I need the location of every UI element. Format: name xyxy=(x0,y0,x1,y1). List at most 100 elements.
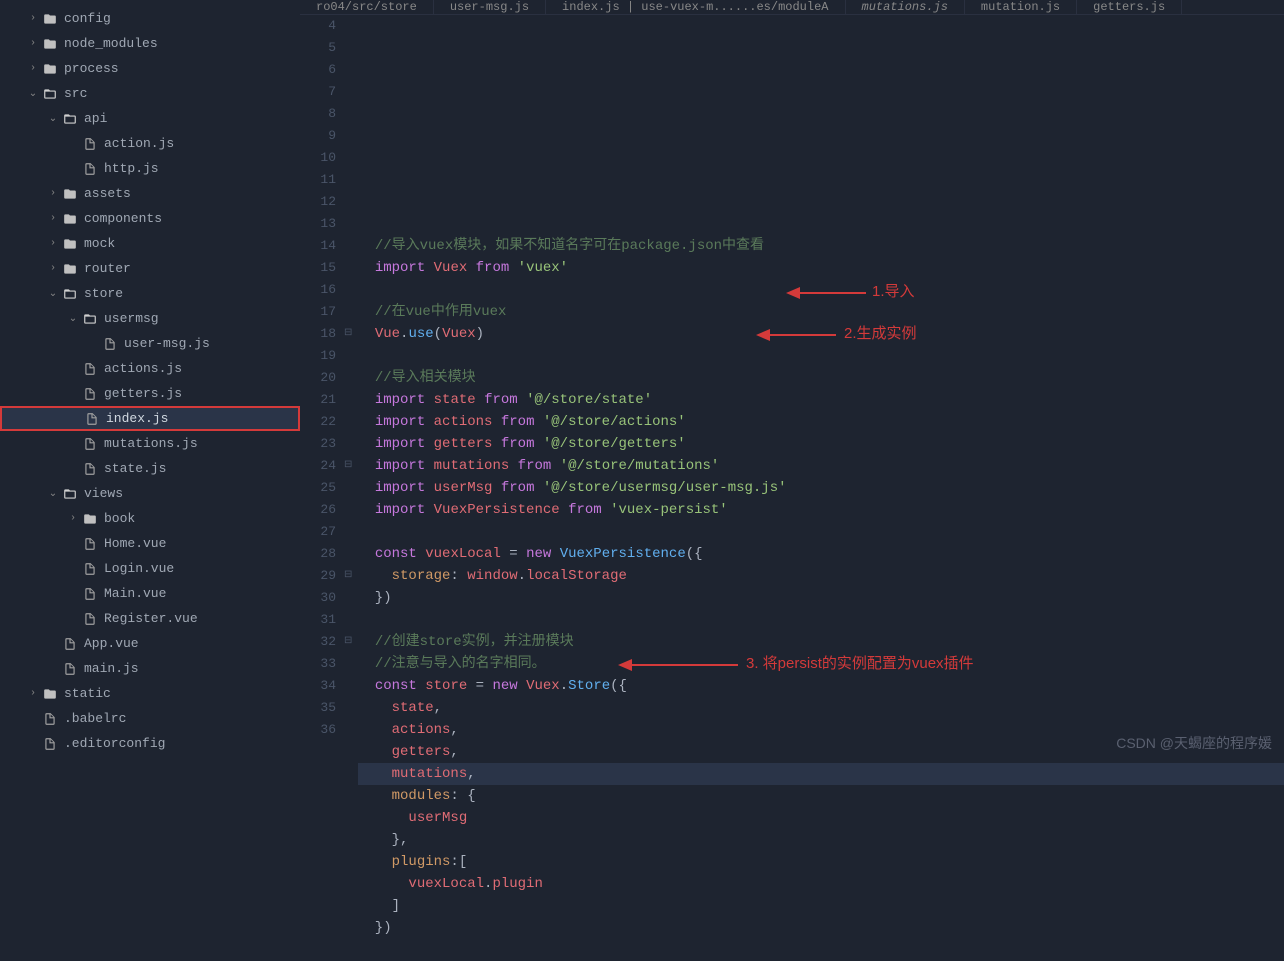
code-editor[interactable]: 4567891011121314151617181920212223242526… xyxy=(300,15,1284,961)
chevron-icon[interactable]: › xyxy=(48,238,58,249)
tree-item-getters-js[interactable]: getters.js xyxy=(0,381,300,406)
watermark: CSDN @天蝎座的程序媛 xyxy=(1116,733,1272,753)
folder-icon xyxy=(42,36,58,52)
tree-item-mutations-js[interactable]: mutations.js xyxy=(0,431,300,456)
tab-2[interactable]: index.js | use-vuex-m......es/moduleA xyxy=(546,0,845,14)
code-line[interactable]: import getters from '@/store/getters' xyxy=(358,433,1284,455)
code-line[interactable]: const store = new Vuex.Store({ xyxy=(358,675,1284,697)
chevron-icon[interactable]: ⌄ xyxy=(68,313,78,325)
tree-item-components[interactable]: ›components xyxy=(0,206,300,231)
code-line[interactable]: //创建store实例，并注册模块 xyxy=(358,631,1284,653)
tree-item-api[interactable]: ⌄api xyxy=(0,106,300,131)
file-explorer[interactable]: ›config›node_modules›process⌄src⌄apiacti… xyxy=(0,0,300,761)
code-line[interactable]: state, xyxy=(358,697,1284,719)
line-number: 30 xyxy=(300,587,336,609)
tree-item-usermsg[interactable]: ⌄ usermsg xyxy=(0,306,300,331)
code-line[interactable]: import state from '@/store/state' xyxy=(358,389,1284,411)
code-line[interactable] xyxy=(358,521,1284,543)
code-line[interactable]: import VuexPersistence from 'vuex-persis… xyxy=(358,499,1284,521)
tab-4[interactable]: mutation.js xyxy=(965,0,1077,14)
tree-item-index-js[interactable]: index.js xyxy=(0,406,300,431)
tree-item-Register-vue[interactable]: Register.vue xyxy=(0,606,300,631)
tree-item-http-js[interactable]: http.js xyxy=(0,156,300,181)
code-line[interactable]: ] xyxy=(358,895,1284,917)
line-number: 31 xyxy=(300,609,336,631)
fold-gutter[interactable]: ⊟ ⊟ ⊟ ⊟ xyxy=(344,15,358,961)
code-line[interactable]: import actions from '@/store/actions' xyxy=(358,411,1284,433)
code-line[interactable]: //导入vuex模块，如果不知道名字可在package.json中查看 xyxy=(358,235,1284,257)
code-line[interactable]: mutations, xyxy=(358,763,1284,785)
code-line[interactable]: import Vuex from 'vuex' xyxy=(358,257,1284,279)
tree-item-src[interactable]: ⌄src xyxy=(0,81,300,106)
tree-item-action-js[interactable]: action.js xyxy=(0,131,300,156)
code-line[interactable]: storage: window.localStorage xyxy=(358,565,1284,587)
tree-item-static[interactable]: ›static xyxy=(0,681,300,706)
fold-marker xyxy=(344,191,358,213)
chevron-icon[interactable]: › xyxy=(48,263,58,274)
tree-item-views[interactable]: ⌄views xyxy=(0,481,300,506)
chevron-icon[interactable]: ⌄ xyxy=(48,488,58,500)
code-line[interactable]: import mutations from '@/store/mutations… xyxy=(358,455,1284,477)
tree-item-user-msg-js[interactable]: user-msg.js xyxy=(0,331,300,356)
file-icon xyxy=(82,136,98,152)
code-line[interactable]: import userMsg from '@/store/usermsg/use… xyxy=(358,477,1284,499)
code-line[interactable] xyxy=(358,345,1284,367)
tree-item-label: mutations.js xyxy=(104,436,198,451)
tree-item-assets[interactable]: ›assets xyxy=(0,181,300,206)
tree-item-main-js[interactable]: main.js xyxy=(0,656,300,681)
code-line[interactable]: userMsg xyxy=(358,807,1284,829)
chevron-icon[interactable]: ⌄ xyxy=(48,113,58,125)
fold-marker[interactable]: ⊟ xyxy=(344,455,358,477)
tree-item-actions-js[interactable]: actions.js xyxy=(0,356,300,381)
tree-item-mock[interactable]: ›mock xyxy=(0,231,300,256)
fold-marker[interactable]: ⊟ xyxy=(344,323,358,345)
code-line[interactable] xyxy=(358,939,1284,961)
tab-5[interactable]: getters.js xyxy=(1077,0,1182,14)
fold-marker xyxy=(344,301,358,323)
folder-open-icon xyxy=(62,111,78,127)
line-number: 34 xyxy=(300,675,336,697)
tab-0[interactable]: ro04/src/store xyxy=(300,0,434,14)
tree-item--editorconfig[interactable]: .editorconfig xyxy=(0,731,300,756)
tree-item-Home-vue[interactable]: Home.vue xyxy=(0,531,300,556)
code-line[interactable]: modules: { xyxy=(358,785,1284,807)
tree-item-store[interactable]: ⌄store xyxy=(0,281,300,306)
code-line[interactable]: vuexLocal.plugin xyxy=(358,873,1284,895)
chevron-icon[interactable]: › xyxy=(28,13,38,24)
code-line[interactable]: }, xyxy=(358,829,1284,851)
tree-item-book[interactable]: ›book xyxy=(0,506,300,531)
line-number: 5 xyxy=(300,37,336,59)
tree-item-App-vue[interactable]: App.vue xyxy=(0,631,300,656)
tree-item-label: usermsg xyxy=(104,311,159,326)
fold-marker[interactable]: ⊟ xyxy=(344,565,358,587)
tab-1[interactable]: user-msg.js xyxy=(434,0,546,14)
code-line[interactable] xyxy=(358,609,1284,631)
tree-item-Login-vue[interactable]: Login.vue xyxy=(0,556,300,581)
code-line[interactable]: //在vue中作用vuex xyxy=(358,301,1284,323)
code-line[interactable]: const vuexLocal = new VuexPersistence({ xyxy=(358,543,1284,565)
tree-item-label: router xyxy=(84,261,131,276)
line-number: 11 xyxy=(300,169,336,191)
code-line[interactable]: //导入相关模块 xyxy=(358,367,1284,389)
code-line[interactable]: plugins:[ xyxy=(358,851,1284,873)
tree-item-router[interactable]: › router xyxy=(0,256,300,281)
code-line[interactable]: }) xyxy=(358,917,1284,939)
tree-item-state-js[interactable]: state.js xyxy=(0,456,300,481)
chevron-icon[interactable]: › xyxy=(28,63,38,74)
fold-marker[interactable]: ⊟ xyxy=(344,631,358,653)
tab-3[interactable]: mutations.js xyxy=(846,0,965,14)
chevron-icon[interactable]: › xyxy=(28,688,38,699)
chevron-icon[interactable]: › xyxy=(28,38,38,49)
chevron-icon[interactable]: › xyxy=(48,188,58,199)
tree-item-config[interactable]: ›config xyxy=(0,6,300,31)
code-line[interactable]: }) xyxy=(358,587,1284,609)
chevron-icon[interactable]: ⌄ xyxy=(28,88,38,100)
chevron-icon[interactable]: › xyxy=(68,513,78,524)
tree-item-node_modules[interactable]: ›node_modules xyxy=(0,31,300,56)
tree-item-process[interactable]: ›process xyxy=(0,56,300,81)
tree-item-Main-vue[interactable]: Main.vue xyxy=(0,581,300,606)
chevron-icon[interactable]: ⌄ xyxy=(48,288,58,300)
code-content[interactable]: 1.导入 2.生成实例 3. 将persist的实例配置为vuex插件 //导入… xyxy=(358,15,1284,961)
tree-item--babelrc[interactable]: .babelrc xyxy=(0,706,300,731)
chevron-icon[interactable]: › xyxy=(48,213,58,224)
